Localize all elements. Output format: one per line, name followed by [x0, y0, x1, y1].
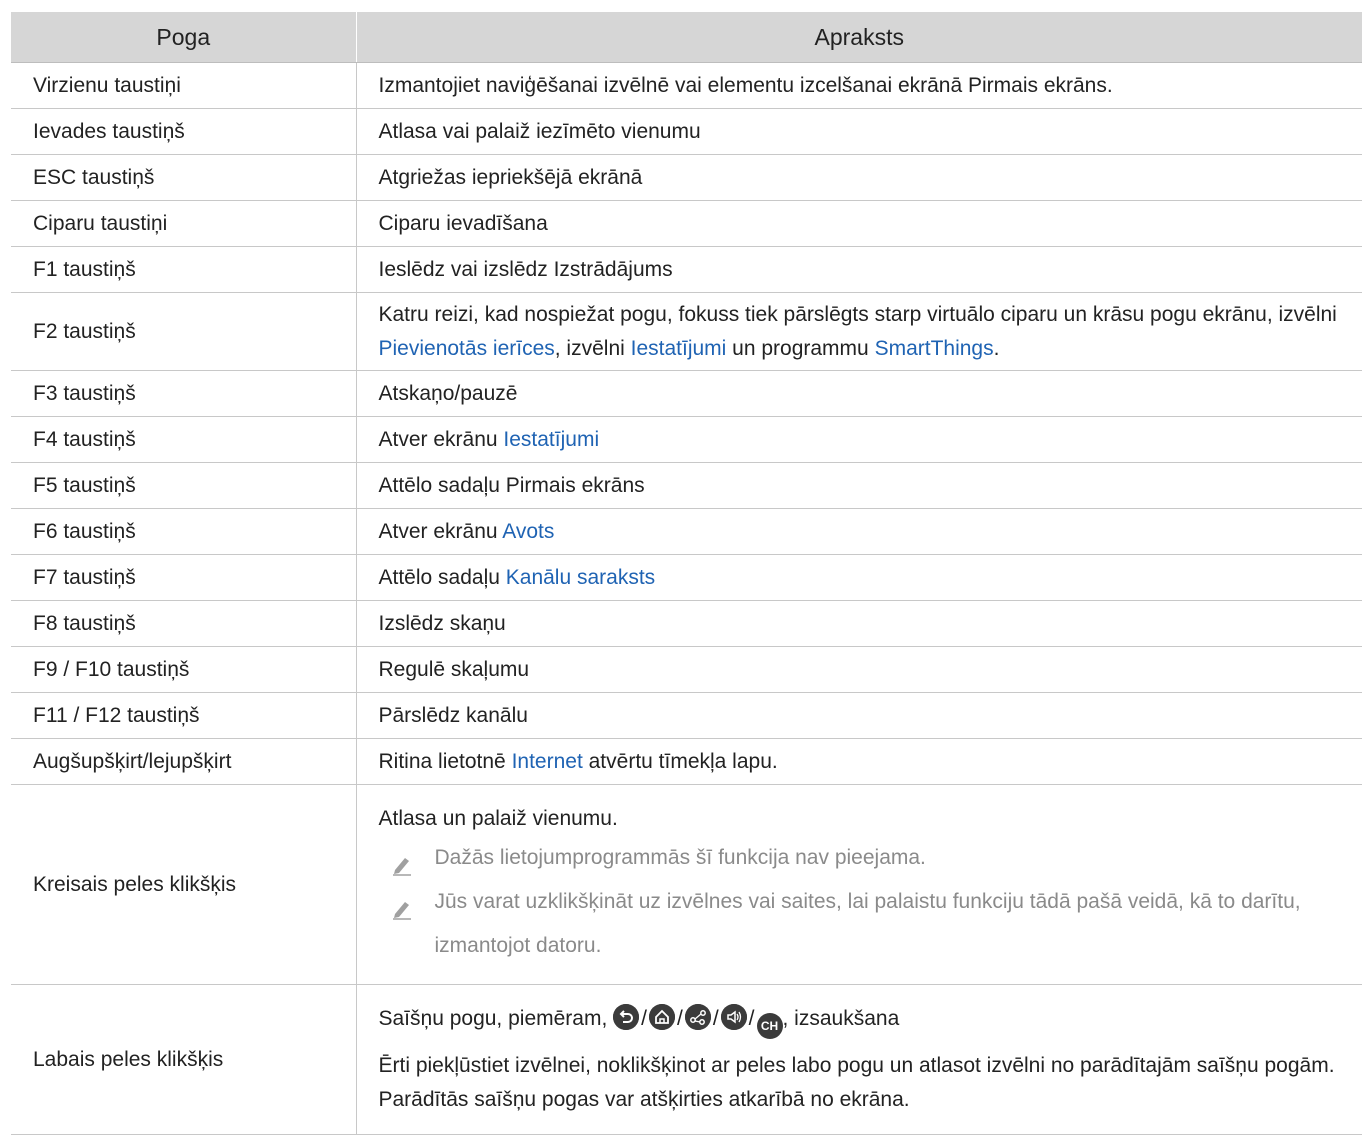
- desc-text: , izsaukšana: [782, 1007, 900, 1030]
- pencil-note-icon: [391, 892, 413, 920]
- key-cell: ESC taustiņš: [11, 154, 356, 201]
- table-row: Labais peles klikšķis Saīšņu pogu, piemē…: [11, 984, 1362, 1135]
- table-row: Virzienu taustiņi Izmantojiet naviģēšana…: [11, 62, 1362, 109]
- note-item: Dažās lietojumprogrammās šī funkcija nav…: [379, 836, 1343, 880]
- desc-text: Atver ekrānu: [378, 519, 503, 543]
- desc-cell: Saīšņu pogu, piemēram, / / / / CH, izsaukšan…: [355, 984, 1362, 1135]
- desc-block: Atlasa un palaiž vienumu. Dažās lietojum…: [379, 788, 1343, 982]
- menu-link-connected-devices[interactable]: Pievienotās ierīces: [379, 337, 555, 360]
- share-icon: [684, 1004, 711, 1030]
- menu-link-source[interactable]: Avots: [502, 520, 554, 543]
- table-row: F6 taustiņš Atver ekrānu Avots: [11, 508, 1362, 555]
- separator: /: [676, 1007, 683, 1030]
- volume-icon: [720, 1004, 747, 1030]
- desc-text: atvērtu tīmekļa lapu.: [582, 749, 778, 773]
- channel-icon: CH: [756, 1013, 783, 1039]
- desc-cell: Ieslēdz vai izslēdz Izstrādājums: [355, 246, 1362, 293]
- key-cell: Augšupšķirt/lejupšķirt: [11, 738, 356, 785]
- desc-cell: Atlasa un palaiž vienumu. Dažās lietojum…: [355, 784, 1362, 985]
- desc-text: Ritina lietotnē: [378, 749, 512, 773]
- table-row: F7 taustiņš Attēlo sadaļu Kanālu sarakst…: [11, 554, 1362, 601]
- key-cell: F2 taustiņš: [11, 292, 356, 371]
- key-cell: Ciparu taustiņi: [11, 200, 356, 247]
- table-row: ESC taustiņš Atgriežas iepriekšējā ekrān…: [11, 154, 1362, 201]
- key-cell: F3 taustiņš: [11, 370, 356, 417]
- key-cell: Ievades taustiņš: [11, 108, 356, 155]
- desc-text: Ērti piekļūstiet izvēlnei, noklikšķinot …: [378, 1054, 1335, 1111]
- header-poga: Poga: [11, 12, 356, 63]
- table-row: F4 taustiņš Atver ekrānu Iestatījumi: [11, 416, 1362, 463]
- key-function-table: Poga Apraksts Virzienu taustiņi Izmantoj…: [11, 12, 1362, 1135]
- table-row: F8 taustiņš Izslēdz skaņu: [11, 600, 1362, 647]
- table-row: F2 taustiņš Katru reizi, kad nospiežat p…: [11, 292, 1362, 371]
- table-row: F9 / F10 taustiņš Regulē skaļumu: [11, 646, 1362, 693]
- desc-cell: Atlasa vai palaiž iezīmēto vienumu: [355, 108, 1362, 155]
- menu-link-settings[interactable]: Iestatījumi: [503, 428, 599, 451]
- pencil-note-icon: [391, 848, 413, 876]
- desc-text: Atlasa un palaiž vienumu.: [378, 806, 618, 830]
- table-row: F5 taustiņš Attēlo sadaļu Pirmais ekrāns: [11, 462, 1362, 509]
- return-icon: [613, 1004, 640, 1030]
- header-apraksts: Apraksts: [355, 12, 1362, 63]
- desc-block: Saīšņu pogu, piemēram, / / / / CH, izsaukšan…: [379, 988, 1343, 1131]
- key-cell: Virzienu taustiņi: [11, 62, 356, 109]
- desc-cell: Izmantojiet naviģēšanai izvēlnē vai elem…: [355, 62, 1362, 109]
- menu-link-settings[interactable]: Iestatījumi: [631, 337, 727, 360]
- desc-text: Katru reizi, kad nospiežat pogu, fokuss …: [378, 302, 1337, 326]
- desc-cell: Attēlo sadaļu Kanālu saraksts: [355, 554, 1362, 601]
- desc-cell: Pārslēdz kanālu: [355, 692, 1362, 739]
- desc-text: , izvēlni: [554, 336, 631, 360]
- desc-cell: Katru reizi, kad nospiežat pogu, fokuss …: [355, 292, 1362, 371]
- desc-cell: Ritina lietotnē Internet atvērtu tīmekļa…: [355, 738, 1362, 785]
- key-cell: F8 taustiņš: [11, 600, 356, 647]
- menu-link-channel-list[interactable]: Kanālu saraksts: [506, 566, 655, 589]
- table-row: F11 / F12 taustiņš Pārslēdz kanālu: [11, 692, 1362, 739]
- key-cell: F9 / F10 taustiņš: [11, 646, 356, 693]
- key-cell: F1 taustiņš: [11, 246, 356, 293]
- home-icon: [648, 1004, 675, 1030]
- note-item: Jūs varat uzklikšķināt uz izvēlnes vai s…: [379, 880, 1343, 968]
- desc-text: Saīšņu pogu, piemēram,: [378, 1007, 614, 1030]
- separator: /: [748, 1007, 755, 1030]
- table-row: Ciparu taustiņi Ciparu ievadīšana: [11, 200, 1362, 247]
- desc-cell: Atver ekrānu Iestatījumi: [355, 416, 1362, 463]
- desc-text: .: [993, 336, 1000, 360]
- key-cell: F5 taustiņš: [11, 462, 356, 509]
- key-cell: F6 taustiņš: [11, 508, 356, 555]
- separator: /: [641, 1007, 647, 1030]
- key-cell: Kreisais peles klikšķis: [11, 784, 356, 985]
- table-row: Kreisais peles klikšķis Atlasa un palaiž…: [11, 784, 1362, 985]
- desc-cell: Ciparu ievadīšana: [355, 200, 1362, 247]
- app-link-internet[interactable]: Internet: [512, 750, 583, 773]
- desc-text: Atver ekrānu: [378, 427, 504, 451]
- key-cell: Labais peles klikšķis: [11, 984, 356, 1135]
- note-text: Jūs varat uzklikšķināt uz izvēlnes vai s…: [434, 889, 1301, 957]
- key-cell: F4 taustiņš: [11, 416, 356, 463]
- table-header-row: Poga Apraksts: [11, 12, 1362, 63]
- desc-cell: Atskaņo/pauzē: [355, 370, 1362, 417]
- desc-cell: Atgriežas iepriekšējā ekrānā: [355, 154, 1362, 201]
- desc-line: Saīšņu pogu, piemēram, / / / / CH, izsaukšan…: [379, 1002, 1343, 1039]
- desc-cell: Attēlo sadaļu Pirmais ekrāns: [355, 462, 1362, 509]
- desc-cell: Regulē skaļumu: [355, 646, 1362, 693]
- note-text: Dažās lietojumprogrammās šī funkcija nav…: [434, 845, 926, 869]
- desc-cell: Atver ekrānu Avots: [355, 508, 1362, 555]
- table-row: Augšupšķirt/lejupšķirt Ritina lietotnē I…: [11, 738, 1362, 785]
- page: Poga Apraksts Virzienu taustiņi Izmantoj…: [0, 0, 1362, 1137]
- desc-text: Attēlo sadaļu: [378, 565, 506, 589]
- desc-text: un programmu: [726, 336, 875, 360]
- table-row: Ievades taustiņš Atlasa vai palaiž iezīm…: [11, 108, 1362, 155]
- desc-cell: Izslēdz skaņu: [355, 600, 1362, 647]
- separator: /: [712, 1007, 719, 1030]
- key-cell: F11 / F12 taustiņš: [11, 692, 356, 739]
- app-link-smartthings[interactable]: SmartThings: [875, 337, 994, 360]
- table-row: F3 taustiņš Atskaņo/pauzē: [11, 370, 1362, 417]
- key-cell: F7 taustiņš: [11, 554, 356, 601]
- table-row: F1 taustiņš Ieslēdz vai izslēdz Izstrādā…: [11, 246, 1362, 293]
